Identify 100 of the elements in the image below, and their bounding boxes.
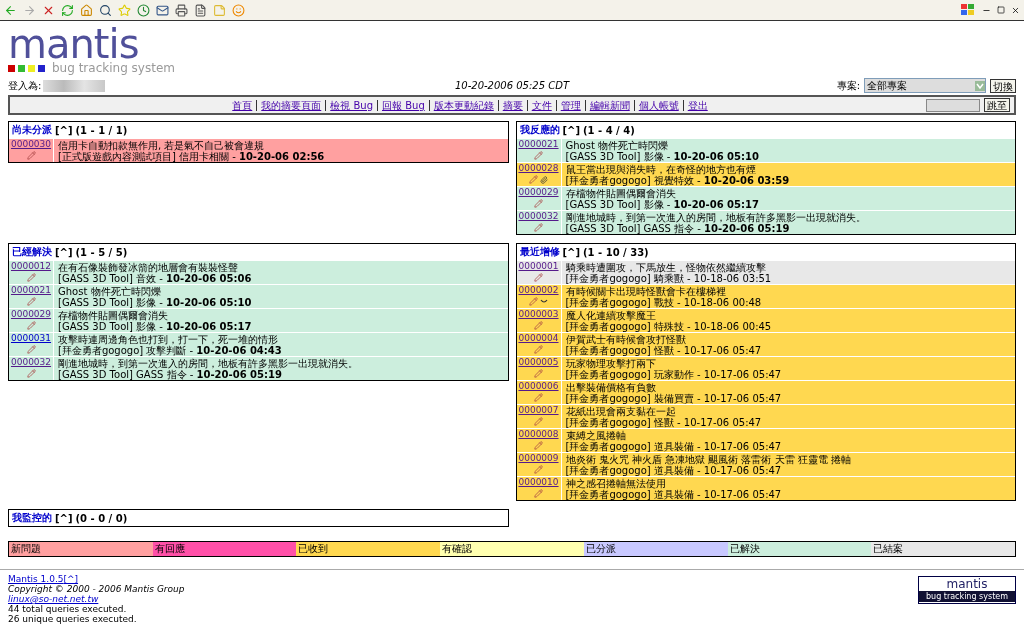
mail-icon[interactable] <box>156 3 169 17</box>
smiley-icon[interactable] <box>232 3 245 17</box>
pencil-icon[interactable] <box>534 417 543 426</box>
bug-id-link[interactable]: 0000021 <box>518 139 559 150</box>
top-link[interactable]: [^] <box>55 124 73 136</box>
top-link[interactable]: [^] <box>562 246 581 258</box>
bug-row[interactable]: 0000021 Ghost 物件死亡時閃爍 [GASS 3D Tool] 影像 - 10-20-06 05:10 <box>9 284 508 308</box>
footer-logo[interactable]: mantis bug tracking system <box>918 576 1016 604</box>
bug-id-link[interactable]: 0000030 <box>10 139 52 150</box>
top-link[interactable]: [^] <box>55 246 73 258</box>
printer-icon[interactable] <box>175 3 188 17</box>
bug-id-link[interactable]: 0000009 <box>518 453 559 464</box>
nav-link[interactable]: 我的摘要頁面 <box>256 99 326 111</box>
panel-title-link[interactable]: 尚未分派 <box>12 123 52 137</box>
bug-id-link[interactable]: 0000012 <box>10 261 52 272</box>
email-link[interactable]: linux@so-net.net.tw <box>8 594 185 604</box>
panel-title-link[interactable]: 我監控的 <box>12 511 52 525</box>
bug-row[interactable]: 0000008 束縛之風捲軸 [拜金勇者gogogo] 道具裝備 - 10-17-06 05:47 <box>516 428 1015 452</box>
bug-id-link[interactable]: 0000006 <box>518 381 559 392</box>
top-link[interactable]: [^] <box>63 574 79 584</box>
bug-id-link[interactable]: 0000007 <box>518 405 559 416</box>
back-icon[interactable] <box>4 3 17 17</box>
top-link[interactable]: [^] <box>562 124 581 136</box>
refresh-icon[interactable] <box>61 3 74 17</box>
star-icon[interactable] <box>118 3 131 17</box>
bug-row[interactable]: 0000001 騎乘時遭圍攻，下馬放生，怪物依然繼續攻擊 [拜金勇者gogogo] 騎乘獸 - 10-18-06 03:51 <box>516 260 1015 284</box>
nav-link[interactable]: 版本更動紀錄 <box>428 99 498 111</box>
pencil-icon[interactable] <box>534 393 543 402</box>
document-icon[interactable] <box>194 3 207 17</box>
nav-link[interactable]: 首頁 <box>228 99 257 111</box>
bug-row[interactable]: 0000005 玩家物理攻擊打兩下 [拜金勇者gogogo] 玩家動作 - 10-17-06 05:47 <box>516 356 1015 380</box>
bug-id-link[interactable]: 0000029 <box>10 309 52 320</box>
pencil-icon[interactable] <box>534 151 543 160</box>
bug-row[interactable]: 0000003 魔人化連續攻擊魔王 [拜金勇者gogogo] 特殊技 - 10-18-06 00:45 <box>516 308 1015 332</box>
bug-row[interactable]: 0000009 地炎術 鬼火咒 神火盾 急凍地獄 颶風術 落雷術 天雷 狂靈電 捲軸 [拜金勇者gogogo] 道具裝備 - 10-17-06 05:47 <box>516 452 1015 476</box>
pencil-icon[interactable] <box>26 321 36 330</box>
nav-link[interactable]: 摘要 <box>497 99 527 111</box>
bug-row[interactable]: 0000029 存檔物件貼圖偶爾會消失 [GASS 3D Tool] 影像 - 10-20-06 05:17 <box>9 308 508 332</box>
bug-id-link[interactable]: 0000005 <box>518 357 559 368</box>
nav-link[interactable]: 登出 <box>682 99 712 111</box>
bug-id-link[interactable]: 0000008 <box>518 429 559 440</box>
search-icon[interactable] <box>99 3 112 17</box>
bug-id-link[interactable]: 0000001 <box>518 261 559 272</box>
bug-row[interactable]: 0000010 神之感召捲軸無法使用 [拜金勇者gogogo] 道具裝備 - 10-17-06 05:47 <box>516 476 1015 500</box>
pencil-icon[interactable] <box>534 465 543 474</box>
panel-title-link[interactable]: 我反應的 <box>519 123 560 137</box>
switch-button[interactable]: 切換 <box>990 78 1016 93</box>
panel-title-link[interactable]: 已經解決 <box>12 245 52 259</box>
bug-row[interactable]: 0000030 信用卡自動扣款無作用, 若是氣不自己被會違規 [正式版遊戲內容測試項目] 信用卡相關 - 10-20-06 02:56 <box>9 138 508 162</box>
nav-link[interactable]: 回報 Bug <box>377 99 429 111</box>
nav-link[interactable]: 管理 <box>555 99 585 111</box>
bug-row[interactable]: 0000031 攻擊時連周邊角色也打到，打一下，死一堆的情形 [拜金勇者gogogo] 攻擊判斷 - 10-20-06 04:43 <box>9 332 508 356</box>
nav-link[interactable]: 文件 <box>526 99 556 111</box>
bug-id-link[interactable]: 0000021 <box>10 285 52 296</box>
pencil-icon[interactable] <box>534 273 543 282</box>
history-icon[interactable] <box>137 3 150 17</box>
bug-row[interactable]: 0000007 花紙出現會兩支黏在一起 [拜金勇者gogogo] 怪獸 - 10-17-06 05:47 <box>516 404 1015 428</box>
bug-id-link[interactable]: 0000032 <box>518 211 559 222</box>
panel-title-link[interactable]: 最近增修 <box>519 245 560 259</box>
project-select[interactable]: 全部專案 <box>864 78 986 93</box>
dropdown-arrow-icon[interactable] <box>975 80 985 91</box>
bug-id-link[interactable]: 0000031 <box>10 333 52 344</box>
pencil-icon[interactable] <box>534 441 543 450</box>
bug-row[interactable]: 0000028 鼠王當出現與消失時，在奇怪的地方也有煙 [拜金勇者gogogo] 視覺特效 - 10-20-06 03:59 <box>516 162 1015 186</box>
nav-link[interactable]: 檢視 Bug <box>325 99 377 111</box>
restore-icon[interactable] <box>997 6 1005 14</box>
bug-row[interactable]: 0000021 Ghost 物件死亡時閃爍 [GASS 3D Tool] 影像 - 10-20-06 05:10 <box>516 138 1015 162</box>
bug-row[interactable]: 0000012 在有石像裝飾發冰箭的地層會有裝裝怪聲 [GASS 3D Tool] 音效 - 10-20-06 05:06 <box>9 260 508 284</box>
bug-row[interactable]: 0000004 伊賀武士有時候會攻打怪獸 [拜金勇者gogogo] 怪獸 - 10-17-06 05:47 <box>516 332 1015 356</box>
bug-id-link[interactable]: 0000028 <box>518 163 559 174</box>
nav-link[interactable]: 個人帳號 <box>633 99 683 111</box>
close-icon[interactable] <box>1011 5 1020 15</box>
jump-button[interactable]: 跳至 <box>984 98 1010 112</box>
home-icon[interactable] <box>80 3 93 17</box>
pencil-icon[interactable] <box>534 223 543 232</box>
pencil-icon[interactable] <box>26 273 36 282</box>
bug-row[interactable]: 0000006 出擊裝備價格有負數 [拜金勇者gogogo] 裝備買賣 - 10-17-06 05:47 <box>516 380 1015 404</box>
pencil-icon[interactable] <box>534 369 543 378</box>
bug-id-link[interactable]: 0000004 <box>518 333 559 344</box>
bug-id-link[interactable]: 0000029 <box>518 187 559 198</box>
pencil-icon[interactable] <box>534 321 543 330</box>
pencil-icon[interactable] <box>26 345 36 354</box>
bug-row[interactable]: 0000029 存檔物件貼圖偶爾會消失 [GASS 3D Tool] 影像 - 10-20-06 05:17 <box>516 186 1015 210</box>
bug-row[interactable]: 0000032 剛進地城時，到第一次進入的房間，地板有許多黑影一出現就消失。 [GASS 3D Tool] GASS 指令 - 10-20-06 05:19 <box>516 210 1015 234</box>
pencil-icon[interactable] <box>529 297 538 306</box>
pencil-icon[interactable] <box>529 175 538 184</box>
pencil-icon[interactable] <box>26 297 36 306</box>
bug-id-link[interactable]: 0000003 <box>518 309 559 320</box>
nav-link[interactable]: 編輯新聞 <box>584 99 634 111</box>
version-link[interactable]: Mantis 1.0.5 <box>8 574 64 584</box>
bug-id-link[interactable]: 0000032 <box>10 357 52 368</box>
forward-icon[interactable] <box>23 3 36 17</box>
jump-field[interactable] <box>926 98 980 112</box>
bug-row[interactable]: 0000002 有時候關卡出現時怪獸會卡在樓梯裡 [拜金勇者gogogo] 戰技 - 10-18-06 00:48 <box>516 284 1015 308</box>
note-icon[interactable] <box>213 3 226 17</box>
pencil-icon[interactable] <box>534 345 543 354</box>
bug-row[interactable]: 0000032 剛進地城時，到第一次進入的房間，地板有許多黑影一出現就消失。 [GASS 3D Tool] GASS 指令 - 10-20-06 05:19 <box>9 356 508 380</box>
bug-id-link[interactable]: 0000010 <box>518 477 559 488</box>
top-link[interactable]: [^] <box>55 512 73 524</box>
bug-id-link[interactable]: 0000002 <box>518 285 559 296</box>
